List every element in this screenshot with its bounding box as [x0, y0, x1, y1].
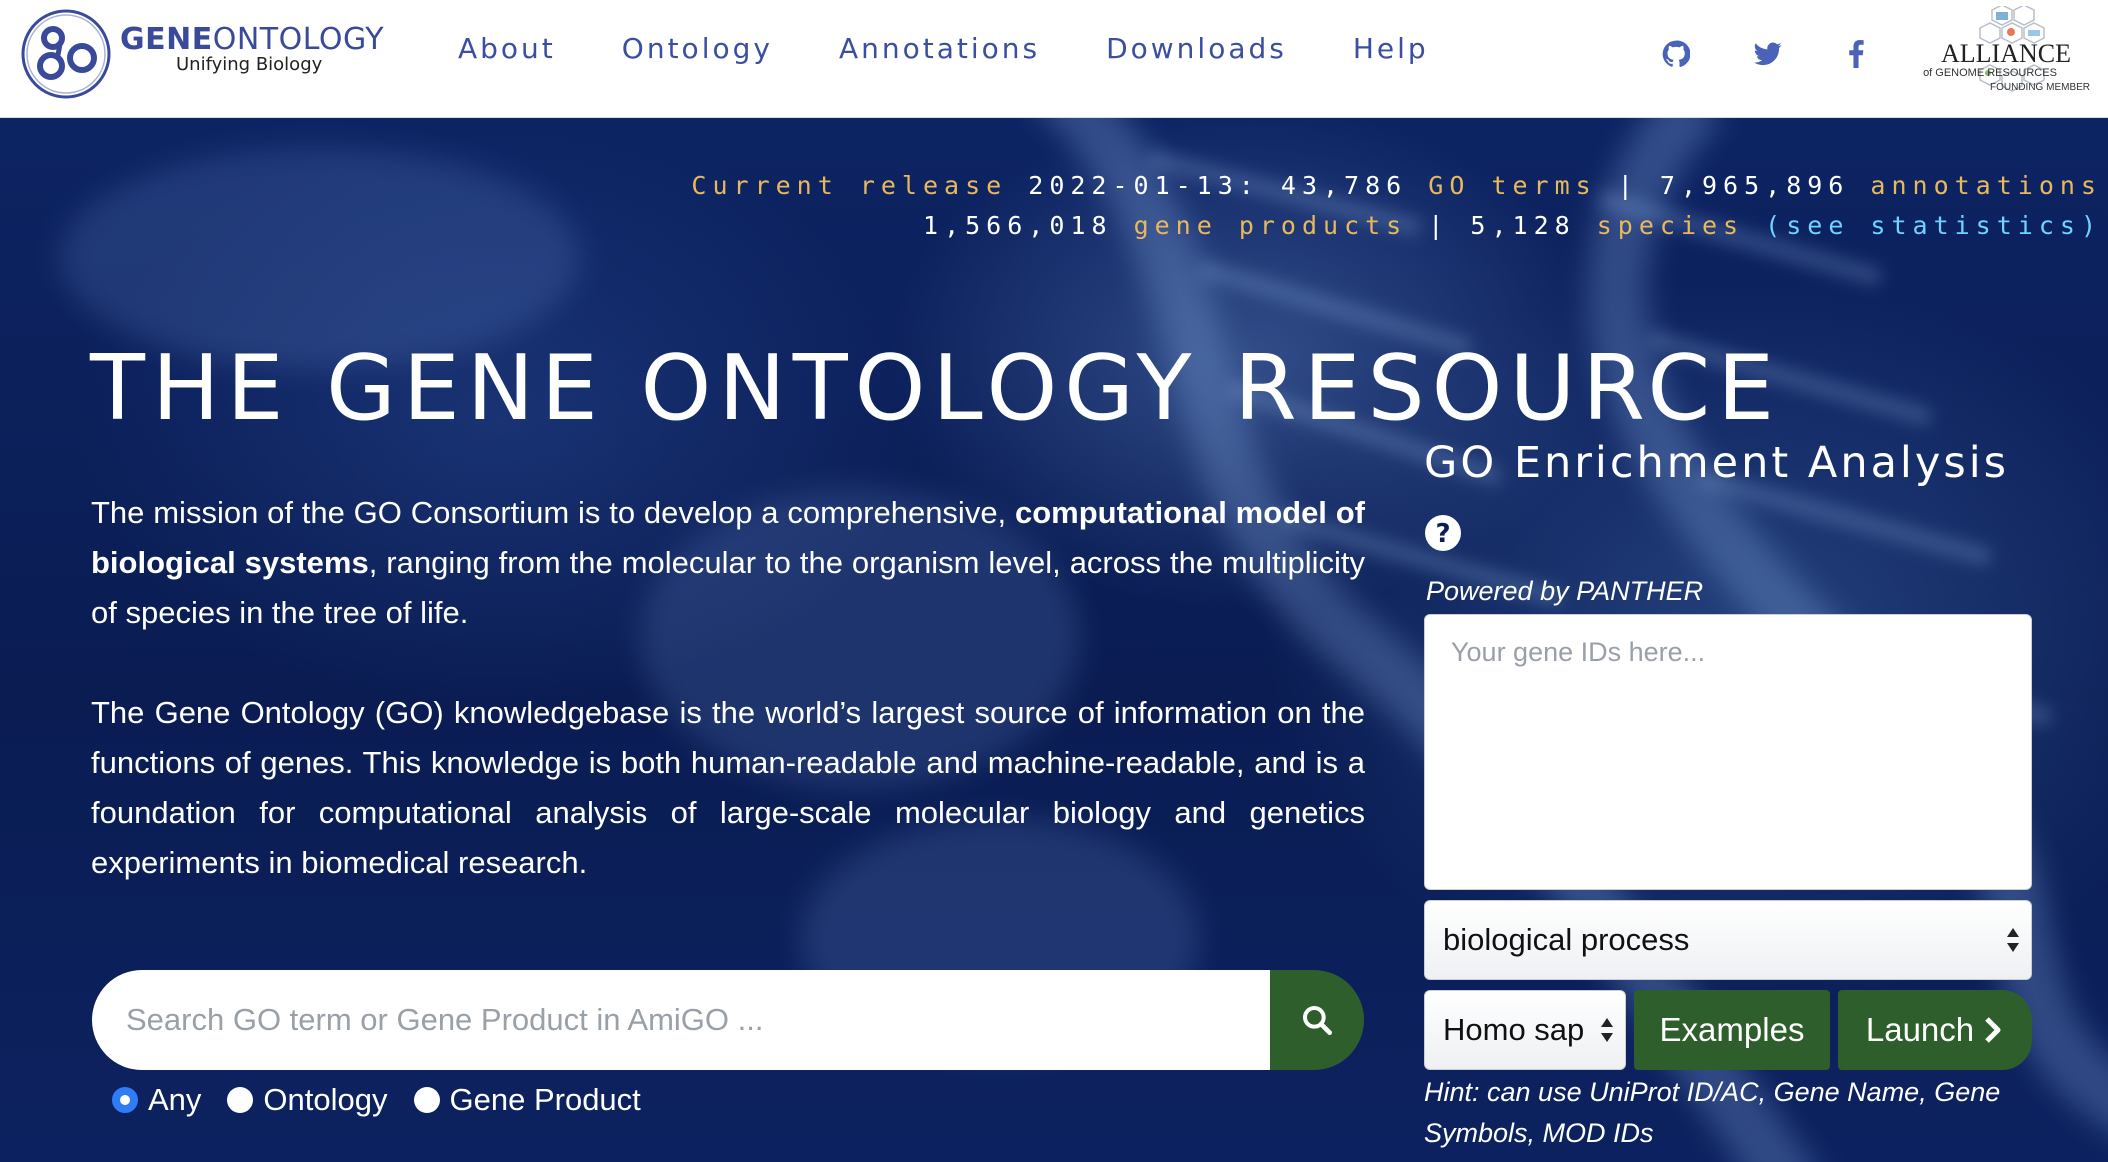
nav-annotations[interactable]: Annotations	[839, 32, 1040, 65]
search-scope-options: Any Ontology Gene Product	[112, 1082, 667, 1118]
search-input[interactable]	[92, 970, 1270, 1070]
hero-section: Current release 2022-01-13: 43,786 GO te…	[0, 118, 2108, 1162]
nav-ontology[interactable]: Ontology	[622, 32, 773, 65]
gene-ids-input[interactable]	[1424, 614, 2032, 890]
stats-line-1: Current release 2022-01-13: 43,786 GO te…	[691, 171, 2102, 200]
radio-any[interactable]	[112, 1087, 138, 1113]
release-stats: Current release 2022-01-13: 43,786 GO te…	[691, 166, 2102, 246]
page-title: THE GENE ONTOLOGY RESOURCE	[90, 336, 1782, 441]
search-icon	[1303, 1006, 1332, 1035]
select-arrows-icon	[1601, 1018, 1613, 1042]
scope-gene-product[interactable]: Gene Product	[413, 1082, 641, 1118]
go-logo-icon[interactable]	[20, 8, 112, 100]
enrichment-title: GO Enrichment Analysis	[1424, 438, 2010, 488]
svg-text:?: ?	[1435, 519, 1450, 549]
search-button[interactable]	[1270, 970, 1364, 1070]
nav-about[interactable]: About	[458, 32, 556, 65]
help-icon[interactable]: ?	[1424, 514, 1462, 552]
radio-ontology[interactable]	[227, 1087, 254, 1113]
alliance-logo[interactable]: ALLIANCE of GENOME RESOURCES FOUNDING ME…	[1918, 6, 2094, 104]
amigo-search	[92, 970, 1364, 1070]
chevron-right-icon	[1985, 1017, 2001, 1043]
powered-by-panther: Powered by PANTHER	[1426, 576, 1704, 606]
logo-subtitle: Unifying Biology	[176, 54, 323, 75]
nav-help[interactable]: Help	[1353, 32, 1429, 65]
facebook-icon[interactable]	[1836, 34, 1876, 74]
twitter-icon[interactable]	[1748, 34, 1788, 74]
github-icon[interactable]	[1656, 34, 1696, 74]
scope-ontology[interactable]: Ontology	[227, 1082, 388, 1118]
species-select[interactable]: Homo sapiens	[1424, 990, 1626, 1070]
enrichment-hint: Hint: can use UniProt ID/AC, Gene Name, …	[1424, 1077, 2001, 1148]
stats-line-2: 1,566,018 gene products | 5,128 species …	[923, 211, 2102, 240]
main-nav: About Ontology Annotations Downloads Hel…	[458, 32, 1495, 65]
ontology-aspect-select[interactable]: biological process	[1424, 900, 2032, 980]
mission-paragraph: The mission of the GO Consortium is to d…	[91, 495, 1365, 630]
svg-text:of GENOME RESOURCES: of GENOME RESOURCES	[1923, 67, 2057, 79]
svg-text:FOUNDING MEMBER: FOUNDING MEMBER	[1990, 82, 2090, 93]
nav-downloads[interactable]: Downloads	[1106, 32, 1287, 65]
site-header: GENEONTOLOGY Unifying Biology About Onto…	[0, 0, 2108, 118]
examples-button[interactable]: Examples	[1634, 990, 1830, 1070]
scope-any[interactable]: Any	[112, 1082, 201, 1118]
svg-text:ALLIANCE: ALLIANCE	[1941, 39, 2071, 68]
see-statistics-link[interactable]: (see statistics)	[1765, 211, 2102, 240]
knowledgebase-paragraph: The Gene Ontology (GO) knowledgebase is …	[91, 695, 1365, 880]
radio-gene-product[interactable]	[413, 1087, 440, 1113]
launch-button[interactable]: Launch	[1838, 990, 2032, 1070]
logo-title[interactable]: GENEONTOLOGY	[120, 22, 384, 57]
select-arrows-icon	[2007, 928, 2019, 952]
